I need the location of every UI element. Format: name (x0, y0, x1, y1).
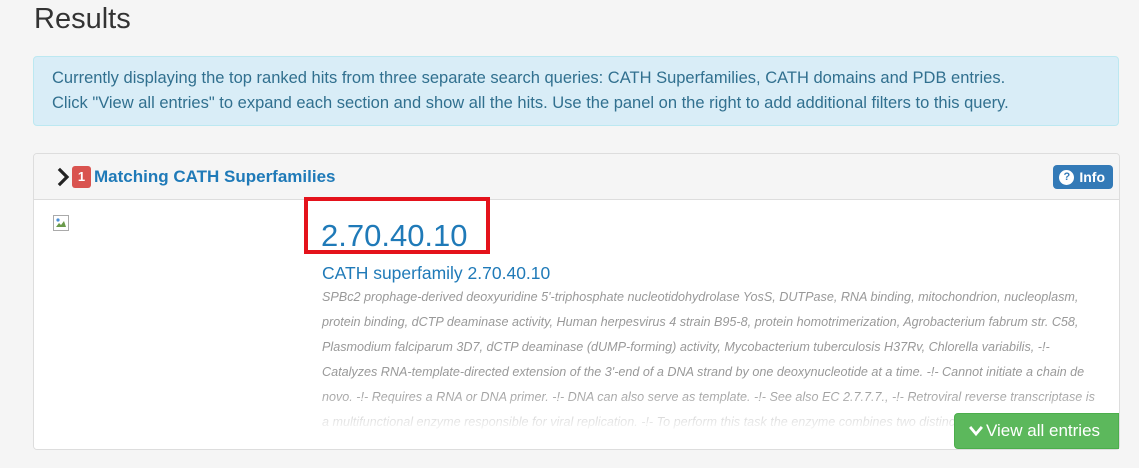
chevron-right-icon[interactable] (57, 167, 70, 187)
chevron-down-icon (969, 426, 983, 437)
info-button-label: Info (1079, 169, 1105, 185)
question-circle-icon: ? (1059, 169, 1075, 185)
alert-line-2: Click "View all entries" to expand each … (52, 94, 1009, 112)
superfamily-name-link[interactable]: CATH superfamily 2.70.40.10 (322, 261, 550, 285)
count-badge: 1 (72, 166, 91, 188)
broken-image-icon (53, 215, 69, 231)
superfamilies-panel: 1 Matching CATH Superfamilies ? Info 2.7… (33, 153, 1120, 450)
page-title: Results (34, 3, 131, 35)
view-all-entries-label: View all entries (986, 421, 1101, 440)
view-all-entries-button[interactable]: View all entries (954, 413, 1119, 449)
info-alert: Currently displaying the top ranked hits… (33, 56, 1119, 126)
section-title-link[interactable]: Matching CATH Superfamilies (94, 166, 336, 188)
highlight-box (304, 197, 490, 254)
info-button[interactable]: ? Info (1053, 165, 1113, 189)
superfamilies-panel-heading[interactable]: 1 Matching CATH Superfamilies ? Info (34, 154, 1119, 200)
alert-line-1: Currently displaying the top ranked hits… (52, 69, 1006, 87)
